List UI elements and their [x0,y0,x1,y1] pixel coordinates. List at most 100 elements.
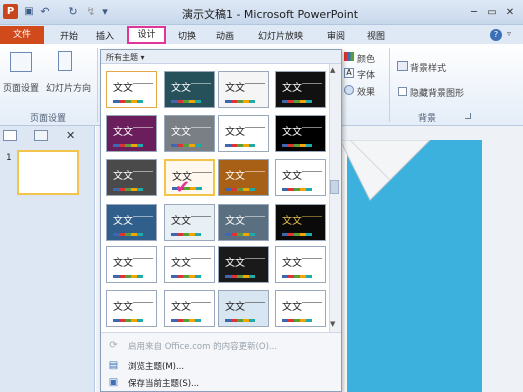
theme-thumbnail[interactable]: 文文 [106,290,157,327]
powerpoint-app-icon[interactable]: P [3,4,18,19]
theme-thumbnail[interactable]: 文文 [164,204,215,241]
theme-thumbnail[interactable]: 文文 [164,290,215,327]
tab-animations[interactable]: 动画 [216,29,234,42]
theme-color-swatch [225,144,255,147]
theme-thumbnail[interactable]: 文文 [275,159,326,196]
tab-design[interactable]: 设计 [127,26,166,44]
theme-line [245,302,265,303]
theme-thumbnail[interactable]: 文文 [106,115,157,152]
background-styles-button[interactable]: 背景样式 [410,61,446,74]
repeat-icon[interactable]: ↯ [84,5,98,19]
theme-thumbnail[interactable]: 文文 [218,246,269,283]
tab-insert[interactable]: 插入 [96,29,114,42]
slide-orientation-button[interactable]: 幻灯片方向 [46,81,91,94]
theme-sample-text: 文文 [282,171,302,182]
gallery-scrollbar[interactable] [329,64,341,332]
redo-icon[interactable]: ↻ [66,5,80,19]
theme-thumbnail[interactable]: 文文 [218,204,269,241]
fonts-icon[interactable]: A [344,68,354,78]
theme-thumbnail[interactable]: 文文 [164,246,215,283]
fonts-button[interactable]: 字体 [357,68,375,81]
minimize-button[interactable]: ─ [466,6,482,19]
menu-save-current-theme[interactable]: 保存当前主题(S)... [128,377,199,389]
customize-qat-icon[interactable]: ▾ [98,5,112,19]
theme-thumbnail[interactable]: 文文 [218,115,269,152]
theme-thumbnail[interactable]: 文文 [275,204,326,241]
theme-thumbnail[interactable]: 文文 [275,246,326,283]
theme-color-swatch [171,233,201,236]
hide-background-checkbox[interactable] [398,87,407,96]
theme-thumbnail[interactable]: 文文 [164,115,215,152]
theme-line [133,302,153,303]
slide-orientation-icon[interactable] [58,51,72,71]
menu-browse-themes[interactable]: 浏览主题(M)... [128,360,184,372]
tab-transitions[interactable]: 切换 [178,29,196,42]
theme-thumbnail[interactable]: 文文 [106,246,157,283]
tab-review[interactable]: 审阅 [327,29,345,42]
scroll-thumb[interactable] [330,180,339,194]
slides-tab-icon[interactable] [3,130,17,141]
all-themes-label[interactable]: 所有主题 ▾ [106,52,145,63]
theme-sample-text: 文文 [113,216,133,227]
tab-view[interactable]: 视图 [367,29,385,42]
save-theme-icon[interactable]: ▣ [107,377,120,389]
theme-color-swatch [113,144,143,147]
theme-sample-text: 文文 [171,258,191,269]
theme-sample-text: 文文 [113,83,133,94]
slide-thumbnail[interactable] [17,150,79,195]
ribbon-collapse-icon[interactable]: ▿ [507,29,511,38]
slide-fold-decoration [339,140,431,201]
tab-slideshow[interactable]: 幻灯片放映 [258,29,303,42]
scroll-down-icon[interactable]: ▼ [330,320,335,328]
colors-button[interactable]: 颜色 [357,52,375,65]
effects-button[interactable]: 效果 [357,85,375,98]
theme-line [302,216,322,217]
close-button[interactable]: ✕ [502,6,518,19]
theme-thumbnail[interactable]: 文文 [275,71,326,108]
outline-tab-icon[interactable] [34,130,48,141]
theme-color-swatch [282,275,312,278]
theme-line [302,171,322,172]
theme-thumbnail[interactable]: 文文 [218,159,269,196]
theme-sample-text: 文文 [171,302,191,313]
theme-sample-text: 文文 [171,127,191,138]
theme-sample-text: 文文 [225,302,245,313]
theme-sample-text: 文文 [113,171,133,182]
theme-color-swatch [171,319,201,322]
theme-thumbnail[interactable]: 文文 [106,204,157,241]
office-update-icon: ⟳ [109,340,118,351]
browse-themes-icon[interactable]: ▤ [107,360,120,372]
theme-line [302,83,322,84]
theme-color-swatch [225,275,255,278]
theme-thumbnail[interactable]: 文文 [164,71,215,108]
help-icon[interactable]: ? [490,29,502,41]
theme-sample-text: 文文 [225,258,245,269]
theme-line [245,258,265,259]
close-pane-icon[interactable]: ✕ [66,129,75,142]
tab-home[interactable]: 开始 [60,29,78,42]
tab-file[interactable]: 文件 [0,26,44,44]
dialog-launcher-icon[interactable] [465,113,471,119]
theme-thumbnail[interactable]: 文文 [275,290,326,327]
theme-thumbnail[interactable]: 文文 [218,71,269,108]
theme-sample-text: 文文 [282,302,302,313]
save-icon[interactable]: ▣ [22,5,36,19]
window-title: 演示文稿1 - Microsoft PowerPoint [181,8,359,21]
scroll-up-icon[interactable]: ▲ [330,66,335,74]
maximize-button[interactable]: ▭ [484,6,500,19]
page-setup-button[interactable]: 页面设置 [3,81,39,94]
theme-line [133,258,153,259]
theme-thumbnail[interactable]: 文文 [106,159,157,196]
page-setup-icon[interactable] [10,52,32,72]
theme-thumbnail[interactable]: 文文 [218,290,269,327]
theme-color-swatch [225,319,255,322]
theme-thumbnail[interactable]: 文文 [106,71,157,108]
group-page-setup-label: 页面设置 [30,114,67,124]
background-styles-icon[interactable] [397,61,408,71]
theme-line [191,83,211,84]
colors-icon[interactable] [344,52,354,61]
theme-sample-text: 文文 [282,127,302,138]
theme-thumbnail[interactable]: 文文 [275,115,326,152]
undo-icon[interactable]: ↶ [38,5,52,19]
effects-icon[interactable] [344,85,354,95]
